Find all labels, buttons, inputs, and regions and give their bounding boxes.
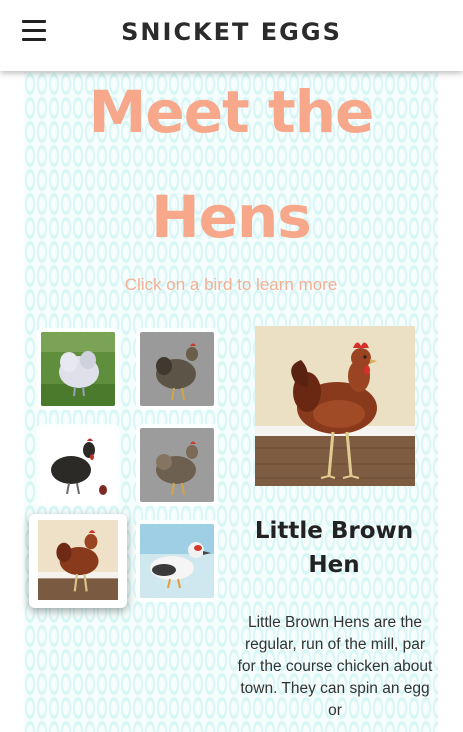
thumbnail-grey-speckled-hen[interactable] [136,328,218,410]
thumbnail-barred-hen[interactable] [136,424,218,506]
thumbnail-white-duck[interactable] [136,520,218,602]
bird-description: Little Brown Hens are the regular, run o… [237,614,433,719]
thumbnail-white-silkie-hen[interactable] [37,328,119,410]
little-brown-hen-detail-photo [255,326,415,486]
brand-title[interactable]: SNICKET EGGS [0,18,463,46]
white-silkie-hen-photo [41,332,115,406]
top-navbar: SNICKET EGGS [0,0,463,71]
barred-hen-photo [140,428,214,502]
bird-name-heading: Little Brown Hen [254,518,414,578]
grey-speckled-hen-photo [140,332,214,406]
page-title-line-2: Hens [151,183,312,251]
little-brown-hen-photo [38,520,118,600]
page-title: Meet the Hens [24,60,438,270]
thumbnail-black-hen-with-egg[interactable] [37,424,119,506]
thumbnail-little-brown-hen[interactable] [29,514,127,608]
subtitle-instruction: Click on a bird to learn more [124,275,338,294]
black-hen-with-egg-photo [41,428,115,502]
white-duck-photo [140,524,214,598]
page-title-line-1: Meet the [88,78,375,146]
